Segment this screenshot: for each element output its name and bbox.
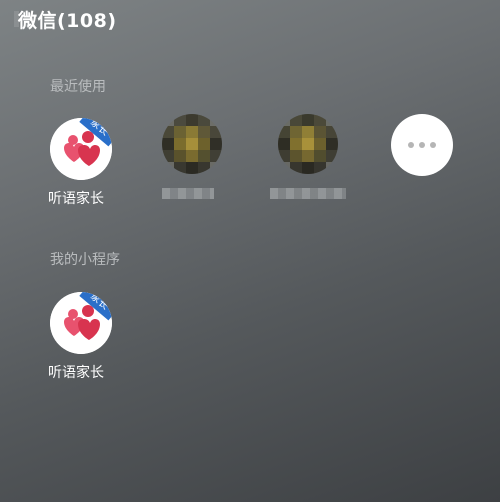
my-app-tingyu[interactable]: 家长 听语家长	[48, 292, 130, 382]
recent-app-blurred-1[interactable]	[162, 114, 242, 204]
page-title: 微信(108)	[18, 10, 117, 32]
recent-app-blurred-2[interactable]	[270, 114, 358, 204]
blurred-avatar-icon	[162, 114, 222, 174]
more-dots-icon	[408, 142, 414, 148]
more-button[interactable]	[391, 114, 453, 176]
tingyu-parent-logo-icon: 家长	[50, 292, 112, 354]
blurred-app-label	[270, 188, 346, 199]
more-dot	[419, 142, 425, 148]
tingyu-parent-logo-icon: 家长	[50, 118, 112, 180]
blurred-app-label	[162, 188, 214, 199]
my-miniprograms-section-label: 我的小程序	[50, 252, 120, 268]
recent-section-label: 最近使用	[50, 79, 106, 95]
app-label: 听语家长	[48, 365, 104, 381]
app-label: 听语家长	[48, 191, 104, 207]
more-dot	[430, 142, 436, 148]
recent-app-tingyu[interactable]: 家长 听语家长	[48, 118, 130, 208]
blurred-avatar-icon	[278, 114, 338, 174]
